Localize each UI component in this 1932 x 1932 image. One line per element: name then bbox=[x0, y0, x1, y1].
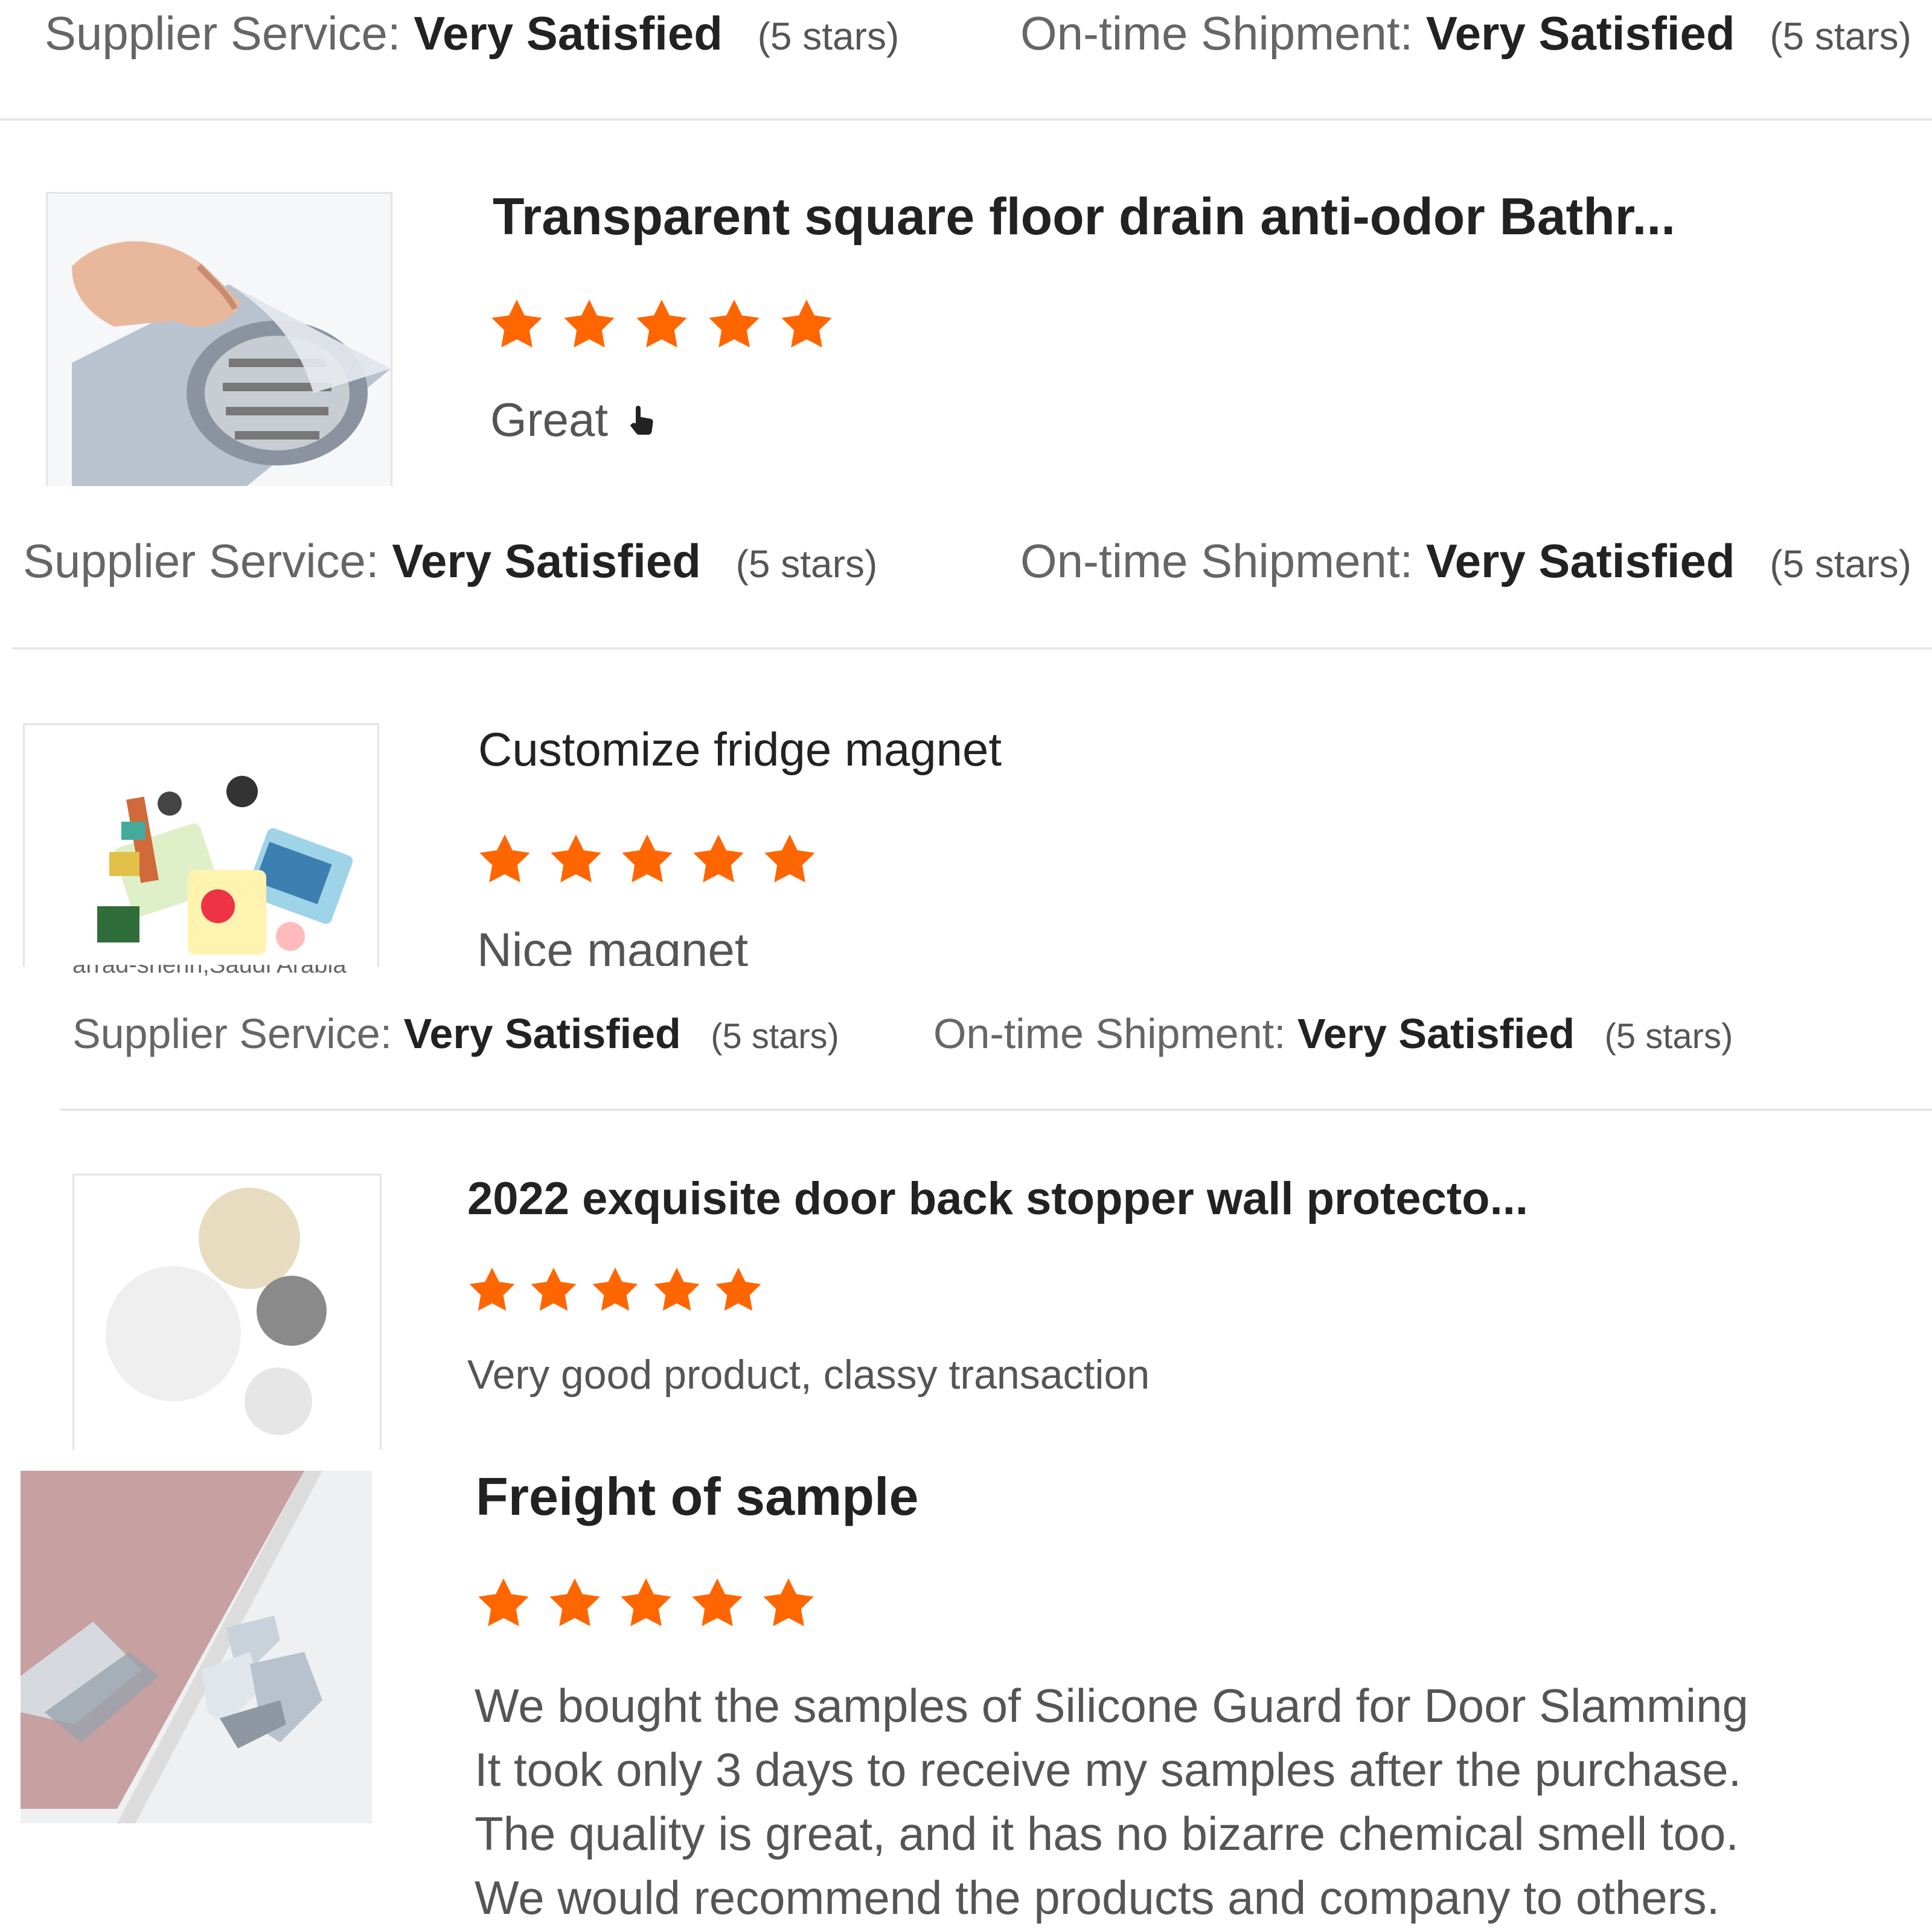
rating-stars bbox=[473, 1575, 819, 1635]
comment-line: We would recommend the products and comp… bbox=[475, 1871, 1720, 1924]
star-icon bbox=[621, 1578, 671, 1627]
on-time-shipment-rating: On-time Shipment: Very Satisfied (5 star… bbox=[1020, 7, 1911, 60]
star-icon bbox=[491, 299, 542, 348]
star-icon bbox=[622, 834, 673, 883]
product-thumbnail-fridge-magnet[interactable] bbox=[23, 723, 379, 967]
reviewer-location: arrad-shehri,Saudi Arabia bbox=[72, 965, 347, 976]
divider bbox=[12, 647, 1932, 650]
star-icon bbox=[564, 299, 615, 348]
review-comment: Very good product, classy transaction bbox=[467, 1352, 1150, 1398]
supplier-service-rating: Supplier Service: Very Satisfied (5 star… bbox=[72, 1010, 839, 1057]
reviewer-location-clip: arrad-shehri,Saudi Arabia bbox=[72, 965, 471, 976]
comment-line: The quality is great, and it has no biza… bbox=[475, 1807, 1739, 1860]
star-icon bbox=[764, 834, 815, 883]
door-stopper-image bbox=[74, 1176, 380, 1450]
star-icon bbox=[709, 299, 760, 348]
divider bbox=[0, 118, 1932, 121]
star-icon bbox=[469, 1267, 515, 1311]
star-icon bbox=[763, 1578, 814, 1627]
review-comment: We bought the samples of Silicone Guard … bbox=[475, 1674, 1748, 1930]
comment-line: We bought the samples of Silicone Guard … bbox=[475, 1679, 1748, 1732]
floor-drain-image bbox=[48, 194, 391, 486]
star-icon bbox=[654, 1267, 700, 1311]
fridge-magnet-image bbox=[25, 725, 377, 967]
on-time-shipment-rating: On-time Shipment: Very Satisfied (5 star… bbox=[933, 1010, 1733, 1057]
rating-stars bbox=[475, 831, 820, 891]
star-icon bbox=[693, 834, 744, 883]
star-icon bbox=[636, 299, 687, 348]
star-icon bbox=[715, 1267, 761, 1311]
rating-stars bbox=[487, 296, 837, 356]
star-icon bbox=[479, 834, 530, 883]
review-comment-clip: Nice magnet bbox=[477, 923, 1020, 966]
star-icon bbox=[478, 1578, 529, 1627]
corner-guard-image bbox=[21, 1471, 372, 1823]
divider bbox=[60, 1108, 1932, 1111]
star-icon bbox=[692, 1578, 743, 1627]
star-icon bbox=[531, 1267, 577, 1311]
star-icon bbox=[592, 1267, 638, 1311]
product-thumbnail-corner-guard[interactable] bbox=[21, 1471, 372, 1823]
review-comment: Great bbox=[490, 392, 662, 447]
star-icon bbox=[551, 834, 601, 883]
review-title[interactable]: Transparent square floor drain anti-odor… bbox=[493, 187, 1675, 247]
supplier-service-rating: Supplier Service: Very Satisfied (5 star… bbox=[23, 534, 878, 587]
review-title[interactable]: Customize fridge magnet bbox=[478, 722, 1002, 777]
hand-pointer-icon bbox=[630, 405, 653, 435]
rating-stars bbox=[465, 1264, 766, 1319]
supplier-service-rating: Supplier Service: Very Satisfied (5 star… bbox=[45, 7, 900, 60]
comment-line: It took only 3 days to receive my sample… bbox=[475, 1743, 1742, 1796]
product-thumbnail-floor-drain[interactable] bbox=[46, 192, 392, 486]
review-comment: Nice magnet bbox=[477, 923, 749, 966]
product-thumbnail-door-stopper[interactable] bbox=[72, 1174, 382, 1450]
on-time-shipment-rating: On-time Shipment: Very Satisfied (5 star… bbox=[1020, 534, 1911, 587]
star-icon bbox=[549, 1578, 600, 1627]
review-title[interactable]: 2022 exquisite door back stopper wall pr… bbox=[467, 1172, 1528, 1225]
review-title[interactable]: Freight of sample bbox=[476, 1466, 918, 1527]
star-icon bbox=[781, 299, 832, 348]
